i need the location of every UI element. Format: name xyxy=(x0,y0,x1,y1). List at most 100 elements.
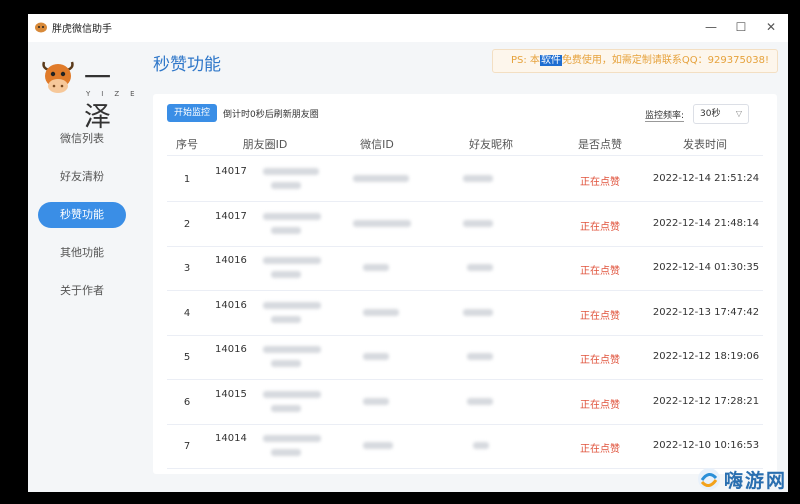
row-number: 4 xyxy=(183,307,191,319)
moment-id-redacted xyxy=(263,435,321,442)
wechat-id-redacted xyxy=(363,397,389,405)
moment-id: 14016 xyxy=(215,255,247,266)
moment-id-redacted xyxy=(271,182,301,189)
row-number: 7 xyxy=(183,441,191,452)
moment-id-redacted xyxy=(263,390,321,398)
moment-id: 14017 xyxy=(215,210,247,222)
moment-id-redacted xyxy=(271,271,301,278)
nickname-redacted xyxy=(463,219,493,227)
post-time: 2022-12-14 21:51:24 xyxy=(652,173,760,184)
nickname-redacted xyxy=(467,397,493,405)
post-time: 2022-12-10 10:16:53 xyxy=(652,440,760,451)
start-monitor-button[interactable]: 开始监控 xyxy=(167,104,217,122)
row-number: 3 xyxy=(183,263,191,274)
nav-item-about-author[interactable]: 关于作者 xyxy=(38,278,126,304)
notice-banner: PS: 本软件免费使用，如需定制请联系QQ：929375038! xyxy=(492,49,778,73)
table-row[interactable]: 6 14015 正在点赞 2022-12-12 17:28:21 xyxy=(167,381,763,425)
maximize-icon[interactable]: ☐ xyxy=(726,18,756,36)
header-wechat-id: 微信ID xyxy=(360,138,394,151)
table-row[interactable]: 5 14016 正在点赞 2022-12-12 18:19:06 xyxy=(167,336,763,380)
post-time: 2022-12-12 17:28:21 xyxy=(652,395,760,407)
notice-highlight: 软件 xyxy=(539,55,562,66)
wechat-id-redacted xyxy=(353,219,411,227)
nickname-redacted xyxy=(463,175,493,182)
moment-id-redacted xyxy=(263,257,321,264)
sidebar: 一泽 YIZE 微信列表 好友清粉 秒赞功能 其他功能 关于作者 xyxy=(28,42,142,492)
moment-id-redacted xyxy=(263,301,321,309)
wechat-id-redacted xyxy=(363,264,389,271)
nav-item-wechat-list[interactable]: 微信列表 xyxy=(38,126,126,152)
moments-table-card: 开始监控 倒计时0秒后刷新朋友圈 监控频率: 30秒 ▽ 序号 朋友圈ID 微信… xyxy=(153,94,777,474)
title-bar: 胖虎微信助手 — ☐ ✕ xyxy=(28,14,788,42)
row-number: 1 xyxy=(183,174,191,185)
table-header: 序号 朋友圈ID 微信ID 好友昵称 是否点赞 发表时间 xyxy=(167,132,763,156)
wechat-id-redacted xyxy=(363,442,393,449)
nav-item-instant-like[interactable]: 秒赞功能 xyxy=(38,202,126,228)
moment-id-redacted xyxy=(263,212,321,220)
like-status: 正在点赞 xyxy=(580,444,620,455)
moment-id-redacted xyxy=(263,168,319,175)
like-status: 正在点赞 xyxy=(580,266,620,277)
app-window: 胖虎微信助手 — ☐ ✕ 一泽 YIZE 微信列表 好友清粉 秒赞功能 其他功能… xyxy=(28,14,788,492)
frequency-value: 30秒 xyxy=(700,109,721,119)
post-time: 2022-12-13 17:47:42 xyxy=(652,306,760,318)
row-number: 6 xyxy=(183,396,191,408)
nickname-redacted xyxy=(473,442,489,449)
nav-item-friend-clean[interactable]: 好友清粉 xyxy=(38,164,126,190)
post-time: 2022-12-12 18:19:06 xyxy=(652,351,760,362)
moment-id: 14015 xyxy=(215,388,247,400)
header-liked: 是否点赞 xyxy=(578,138,622,151)
moment-id: 14016 xyxy=(215,344,247,355)
moment-id-redacted xyxy=(263,346,321,353)
minimize-icon[interactable]: — xyxy=(696,18,726,36)
moment-id-redacted xyxy=(271,449,301,456)
header-nickname: 好友昵称 xyxy=(469,138,513,151)
table-row[interactable]: 7 14014 正在点赞 2022-12-10 10:16:53 xyxy=(167,425,763,469)
table-row[interactable]: 3 14016 正在点赞 2022-12-14 01:30:35 xyxy=(167,247,763,291)
watermark-logo-icon xyxy=(698,468,720,490)
moment-id: 14016 xyxy=(215,299,247,311)
moment-id-redacted xyxy=(271,404,301,412)
wechat-id-redacted xyxy=(353,175,409,182)
brand-subtitle: YIZE xyxy=(86,90,146,98)
header-no: 序号 xyxy=(176,138,198,151)
like-status: 正在点赞 xyxy=(580,221,620,233)
like-status: 正在点赞 xyxy=(580,399,620,411)
window-title: 胖虎微信助手 xyxy=(52,24,112,35)
header-post-time: 发表时间 xyxy=(683,138,727,151)
table-row[interactable]: 1 14017 正在点赞 2022-12-14 21:51:24 xyxy=(167,158,763,202)
page-title: 秒赞功能 xyxy=(153,55,221,75)
table-row[interactable]: 2 14017 正在点赞 2022-12-14 21:48:14 xyxy=(167,203,763,247)
nickname-redacted xyxy=(463,308,493,316)
watermark: 嗨游网 xyxy=(694,464,800,496)
wechat-id-redacted xyxy=(363,308,399,316)
row-number: 2 xyxy=(183,218,191,230)
header-moment-id: 朋友圈ID xyxy=(242,138,288,151)
moment-id-redacted xyxy=(271,360,301,367)
countdown-text: 倒计时0秒后刷新朋友圈 xyxy=(223,110,319,120)
like-status: 正在点赞 xyxy=(580,355,620,366)
cow-logo-icon xyxy=(42,61,74,93)
like-status: 正在点赞 xyxy=(580,310,620,322)
nickname-redacted xyxy=(467,264,493,271)
moment-id: 14017 xyxy=(215,166,247,177)
chevron-down-icon: ▽ xyxy=(735,109,742,118)
nav-item-other-functions[interactable]: 其他功能 xyxy=(38,240,126,266)
table-row[interactable]: 4 14016 正在点赞 2022-12-13 17:47:42 xyxy=(167,292,763,336)
notice-suffix: 免费使用，如需定制请联系QQ：929375038! xyxy=(561,55,769,66)
moment-id: 14014 xyxy=(215,433,247,444)
nickname-redacted xyxy=(467,353,493,360)
moment-id-redacted xyxy=(271,226,301,234)
frequency-select[interactable]: 30秒 ▽ xyxy=(693,104,749,124)
screen: 胖虎微信助手 — ☐ ✕ 一泽 YIZE 微信列表 好友清粉 秒赞功能 其他功能… xyxy=(0,0,800,504)
row-number: 5 xyxy=(183,352,191,363)
post-time: 2022-12-14 21:48:14 xyxy=(652,217,760,229)
frequency-label: 监控频率: xyxy=(645,108,685,122)
watermark-text: 嗨游网 xyxy=(724,470,788,492)
moment-id-redacted xyxy=(271,315,301,323)
notice-prefix: PS: 本 xyxy=(511,55,540,66)
close-icon[interactable]: ✕ xyxy=(756,18,786,36)
post-time: 2022-12-14 01:30:35 xyxy=(652,262,760,273)
wechat-id-redacted xyxy=(363,353,389,360)
like-status: 正在点赞 xyxy=(580,177,620,188)
